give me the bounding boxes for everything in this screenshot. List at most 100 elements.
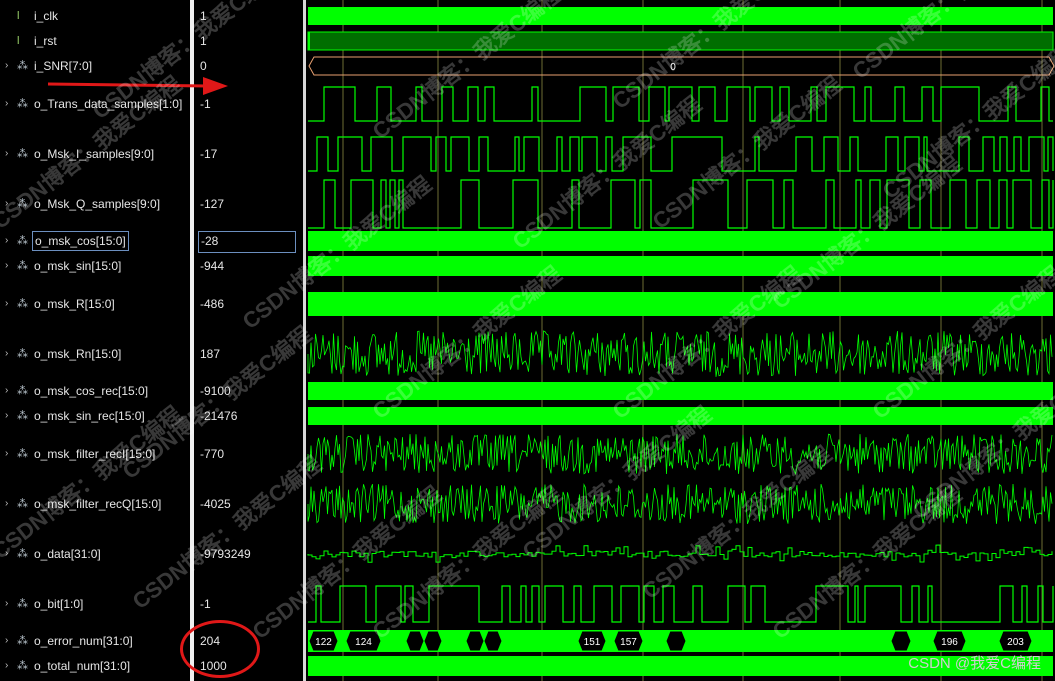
signal-name: o_msk_filter_recQ[15:0] <box>34 497 162 511</box>
signal-row-14[interactable]: › ⁂ o_data[31:0] <box>0 544 190 564</box>
signal-value: 187 <box>200 347 221 361</box>
signal-row-15[interactable]: › ⁂ o_bit[1:0] <box>0 594 190 614</box>
signal-value: -944 <box>200 259 225 273</box>
signal-name: o_msk_cos[15:0] <box>32 231 129 251</box>
bus-value-label: 151 <box>584 637 601 648</box>
signal-value: -9100 <box>200 384 231 398</box>
waveform-9[interactable] <box>307 330 1053 377</box>
analog-bus-icon: ⁂ <box>17 198 28 210</box>
expand-arrow-icon[interactable]: › <box>5 494 8 514</box>
expand-arrow-icon[interactable]: › <box>5 56 8 76</box>
signal-row-10[interactable]: › ⁂ o_msk_cos_rec[15:0] <box>0 381 190 401</box>
expand-arrow-icon[interactable]: › <box>5 144 8 164</box>
signal-row-4[interactable]: › ⁂ o_Msk_I_samples[9:0] <box>0 144 190 164</box>
expand-arrow-icon[interactable]: › <box>5 256 8 276</box>
expand-arrow-icon[interactable]: › <box>5 231 8 251</box>
waveform-2[interactable]: 0 <box>308 56 1055 76</box>
analog-bus-icon: ⁂ <box>17 348 28 360</box>
expand-arrow-icon[interactable]: › <box>5 544 8 564</box>
analog-bus-icon: ⁂ <box>17 410 28 422</box>
analog-bus-icon: ⁂ <box>17 98 28 110</box>
signal-name: o_bit[1:0] <box>34 597 84 611</box>
clock-signal-icon: Ɩ <box>17 10 20 22</box>
footer-watermark: CSDN @我爱C编程 <box>908 655 1041 672</box>
expand-arrow-icon[interactable]: › <box>5 294 8 314</box>
signal-row-9[interactable]: › ⁂ o_msk_Rn[15:0] <box>0 344 190 364</box>
signal-row-1[interactable]: Ɩi_rst <box>0 31 190 51</box>
signal-row-7[interactable]: › ⁂ o_msk_sin[15:0] <box>0 256 190 276</box>
analog-bus-icon: ⁂ <box>17 635 28 647</box>
signal-value: -9793249 <box>200 547 251 561</box>
signal-value: -127 <box>200 197 225 211</box>
expand-arrow-icon[interactable]: › <box>5 194 8 214</box>
analog-bus-icon: ⁂ <box>17 148 28 160</box>
signal-value: 1 <box>200 34 207 48</box>
waveform-8[interactable] <box>308 292 1053 316</box>
signal-row-6[interactable]: › ⁂ o_msk_cos[15:0] <box>0 231 190 251</box>
expand-arrow-icon[interactable]: › <box>5 381 8 401</box>
signal-row-2[interactable]: › ⁂ i_SNR[7:0] <box>0 56 190 76</box>
signal-name: o_error_num[31:0] <box>34 634 133 648</box>
signal-value: -21476 <box>200 409 238 423</box>
signal-name: i_SNR[7:0] <box>34 59 93 73</box>
signal-name: i_clk <box>34 9 59 23</box>
signal-value: -1 <box>200 97 211 111</box>
signal-row-12[interactable]: › ⁂ o_msk_filter_recI[15:0] <box>0 444 190 464</box>
signal-name: o_Trans_data_samples[1:0] <box>34 97 183 111</box>
analog-bus-icon: ⁂ <box>17 298 28 310</box>
signal-value: -770 <box>200 447 225 461</box>
signal-value: -17 <box>200 147 218 161</box>
signal-row-8[interactable]: › ⁂ o_msk_R[15:0] <box>0 294 190 314</box>
signal-name: o_msk_sin_rec[15:0] <box>34 409 145 423</box>
signal-row-13[interactable]: › ⁂ o_msk_filter_recQ[15:0] <box>0 494 190 514</box>
expand-arrow-icon[interactable]: › <box>5 656 8 676</box>
bus-value-label: 157 <box>620 637 637 648</box>
expand-arrow-icon[interactable]: › <box>5 344 8 364</box>
waveform-12[interactable] <box>307 433 1053 476</box>
bus-value-label: 122 <box>315 637 332 648</box>
signal-row-0[interactable]: Ɩi_clk <box>0 6 190 26</box>
waveform-11[interactable] <box>308 407 1053 425</box>
expand-arrow-icon[interactable]: › <box>5 94 8 114</box>
waveform-10[interactable] <box>308 382 1053 400</box>
signal-name: o_data[31:0] <box>34 547 101 561</box>
signal-name: o_msk_Rn[15:0] <box>34 347 122 361</box>
waveform-14[interactable] <box>307 544 1053 563</box>
signal-name-panel: Ɩi_clk Ɩi_rst › ⁂ i_SNR[7:0] › ⁂ o_Trans_data_s… <box>0 0 190 681</box>
analog-bus-icon: ⁂ <box>17 598 28 610</box>
waveform-1[interactable] <box>307 31 1054 51</box>
waveform-canvas[interactable]: 0 122 124 151 157 196 203 <box>306 0 1055 681</box>
signal-value: -4025 <box>200 497 231 511</box>
waveform-13[interactable] <box>307 483 1053 525</box>
signal-value: -28 <box>198 231 296 253</box>
waveform-3[interactable] <box>308 86 1053 122</box>
signal-name: o_msk_cos_rec[15:0] <box>34 384 149 398</box>
waveform-6[interactable] <box>308 231 1053 251</box>
expand-arrow-icon[interactable]: › <box>5 444 8 464</box>
signal-row-3[interactable]: › ⁂ o_Trans_data_samples[1:0] <box>0 94 190 114</box>
highlight-circle-annotation <box>180 620 260 678</box>
signal-row-17[interactable]: › ⁂ o_total_num[31:0] <box>0 656 190 676</box>
bus-value-label: 124 <box>355 637 372 648</box>
waveform-16[interactable]: 122 124 151 157 196 203 <box>308 630 1053 652</box>
signal-row-16[interactable]: › ⁂ o_error_num[31:0] <box>0 631 190 651</box>
bus-value-label: 196 <box>941 637 958 648</box>
analog-bus-icon: ⁂ <box>17 660 28 672</box>
signal-value: -1 <box>200 597 211 611</box>
clock-signal-icon: Ɩ <box>17 35 20 47</box>
signal-row-5[interactable]: › ⁂ o_Msk_Q_samples[9:0] <box>0 194 190 214</box>
signal-row-11[interactable]: › ⁂ o_msk_sin_rec[15:0] <box>0 406 190 426</box>
bus-value-label: 203 <box>1007 637 1024 648</box>
analog-bus-icon: ⁂ <box>17 548 28 560</box>
waveform-7[interactable] <box>308 256 1053 276</box>
analog-bus-icon: ⁂ <box>17 385 28 397</box>
expand-arrow-icon[interactable]: › <box>5 631 8 651</box>
expand-arrow-icon[interactable]: › <box>5 406 8 426</box>
expand-arrow-icon[interactable]: › <box>5 594 8 614</box>
analog-bus-icon: ⁂ <box>17 260 28 272</box>
analog-bus-icon: ⁂ <box>17 498 28 510</box>
waveform-0[interactable] <box>308 7 1053 25</box>
signal-value: 0 <box>200 59 207 73</box>
signal-value-panel: 1 1 0 -1 -17 -127 -28 -944 -486 187 -9100 -21476 -77… <box>194 0 303 681</box>
analog-bus-icon: ⁂ <box>17 448 28 460</box>
